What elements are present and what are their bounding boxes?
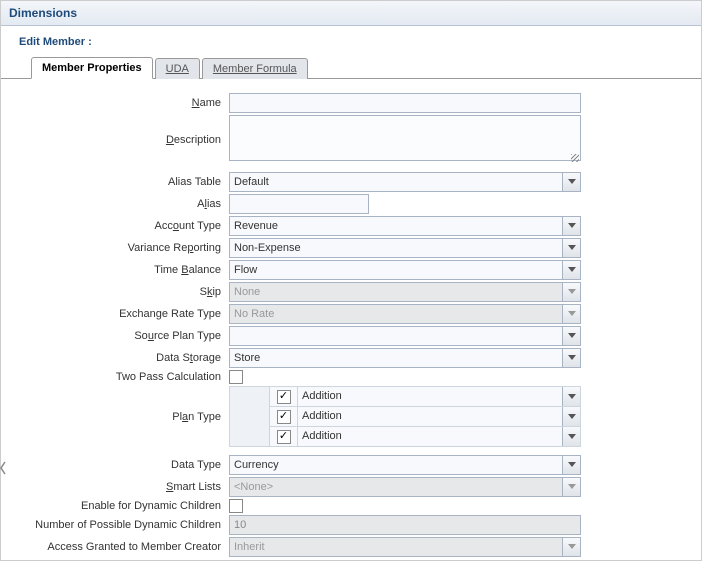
plan-type-table: Addition Addition	[229, 386, 581, 447]
data-storage-value: Store	[230, 349, 562, 367]
exchange-rate-select: No Rate	[229, 304, 581, 324]
plan-row-select[interactable]: Addition	[298, 387, 580, 406]
chevron-down-icon	[562, 427, 580, 446]
source-plan-type-value	[230, 327, 562, 345]
access-granted-value: Inherit	[230, 538, 562, 556]
label-data-type: Data Type	[9, 459, 229, 471]
tab-member-formula-label: Member Formula	[213, 63, 297, 75]
label-description: Description	[9, 134, 229, 146]
page-header: Dimensions	[1, 1, 701, 26]
plan-row-checkbox[interactable]	[277, 430, 291, 444]
name-input[interactable]	[229, 93, 581, 113]
label-two-pass: Two Pass Calculation	[9, 371, 229, 383]
alias-table-value: Default	[230, 173, 562, 191]
tab-member-properties[interactable]: Member Properties	[31, 57, 153, 79]
edit-member-prefix: Edit Member :	[19, 36, 92, 48]
alias-input[interactable]	[229, 194, 369, 214]
chevron-down-icon	[562, 217, 580, 235]
label-exchange-rate: Exchange Rate Type	[9, 308, 229, 320]
page-title: Dimensions	[9, 6, 77, 20]
two-pass-checkbox[interactable]	[229, 370, 243, 384]
chevron-down-icon	[562, 305, 580, 323]
label-enable-dynamic: Enable for Dynamic Children	[9, 500, 229, 512]
label-account-type: Account Type	[9, 220, 229, 232]
tab-uda-label: UDA	[166, 63, 189, 75]
enable-dynamic-checkbox[interactable]	[229, 499, 243, 513]
label-data-storage: Data Storage	[9, 352, 229, 364]
label-skip: Skip	[9, 286, 229, 298]
description-input[interactable]	[229, 115, 581, 161]
label-source-plan-type: Source Plan Type	[9, 330, 229, 342]
tab-strip: Member Properties UDA Member Formula	[1, 56, 701, 79]
tab-member-formula[interactable]: Member Formula	[202, 58, 308, 79]
subheader: Edit Member :	[1, 26, 701, 56]
label-time-balance: Time Balance	[9, 264, 229, 276]
plan-row: Addition	[230, 427, 581, 447]
skip-value: None	[230, 283, 562, 301]
access-granted-select: Inherit	[229, 537, 581, 557]
num-dynamic-value: 10	[230, 516, 580, 534]
plan-row-select[interactable]: Addition	[298, 407, 580, 426]
label-smart-lists: Smart Lists	[9, 481, 229, 493]
chevron-down-icon	[562, 538, 580, 556]
chevron-down-icon	[562, 261, 580, 279]
skip-select: None	[229, 282, 581, 302]
num-dynamic-field: 10	[229, 515, 581, 535]
plan-icon-cell	[230, 387, 270, 447]
data-type-select[interactable]: Currency	[229, 455, 581, 475]
form-area: Name Description Alias Table Default Ali…	[1, 79, 701, 569]
plan-row: Addition	[230, 407, 581, 427]
exchange-rate-value: No Rate	[230, 305, 562, 323]
label-name: Name	[9, 97, 229, 109]
chevron-down-icon	[562, 283, 580, 301]
label-variance-reporting: Variance Reporting	[9, 242, 229, 254]
plan-row-checkbox[interactable]	[277, 410, 291, 424]
label-access-granted: Access Granted to Member Creator	[9, 541, 229, 553]
chevron-down-icon	[562, 478, 580, 496]
source-plan-type-select[interactable]	[229, 326, 581, 346]
plan-row-checkbox[interactable]	[277, 390, 291, 404]
tab-uda[interactable]: UDA	[155, 58, 200, 79]
label-alias-table: Alias Table	[9, 176, 229, 188]
time-balance-select[interactable]: Flow	[229, 260, 581, 280]
smart-lists-select: <None>	[229, 477, 581, 497]
tab-member-properties-label: Member Properties	[42, 62, 142, 74]
data-type-value: Currency	[230, 456, 562, 474]
chevron-down-icon	[562, 349, 580, 367]
label-num-dynamic: Number of Possible Dynamic Children	[9, 519, 229, 531]
time-balance-value: Flow	[230, 261, 562, 279]
label-alias: Alias	[9, 198, 229, 210]
data-storage-select[interactable]: Store	[229, 348, 581, 368]
collapse-handle-icon[interactable]	[0, 460, 6, 476]
chevron-down-icon	[562, 239, 580, 257]
plan-row-value: Addition	[298, 387, 562, 406]
chevron-down-icon	[562, 456, 580, 474]
account-type-select[interactable]: Revenue	[229, 216, 581, 236]
variance-reporting-select[interactable]: Non-Expense	[229, 238, 581, 258]
alias-table-select[interactable]: Default	[229, 172, 581, 192]
plan-row-value: Addition	[298, 427, 562, 446]
label-plan-type: Plan Type	[9, 411, 229, 423]
plan-row: Addition	[230, 387, 581, 407]
plan-row-value: Addition	[298, 407, 562, 426]
variance-reporting-value: Non-Expense	[230, 239, 562, 257]
chevron-down-icon	[562, 407, 580, 426]
chevron-down-icon	[562, 173, 580, 191]
account-type-value: Revenue	[230, 217, 562, 235]
chevron-down-icon	[562, 387, 580, 406]
chevron-down-icon	[562, 327, 580, 345]
smart-lists-value: <None>	[230, 478, 562, 496]
plan-row-select[interactable]: Addition	[298, 427, 580, 446]
